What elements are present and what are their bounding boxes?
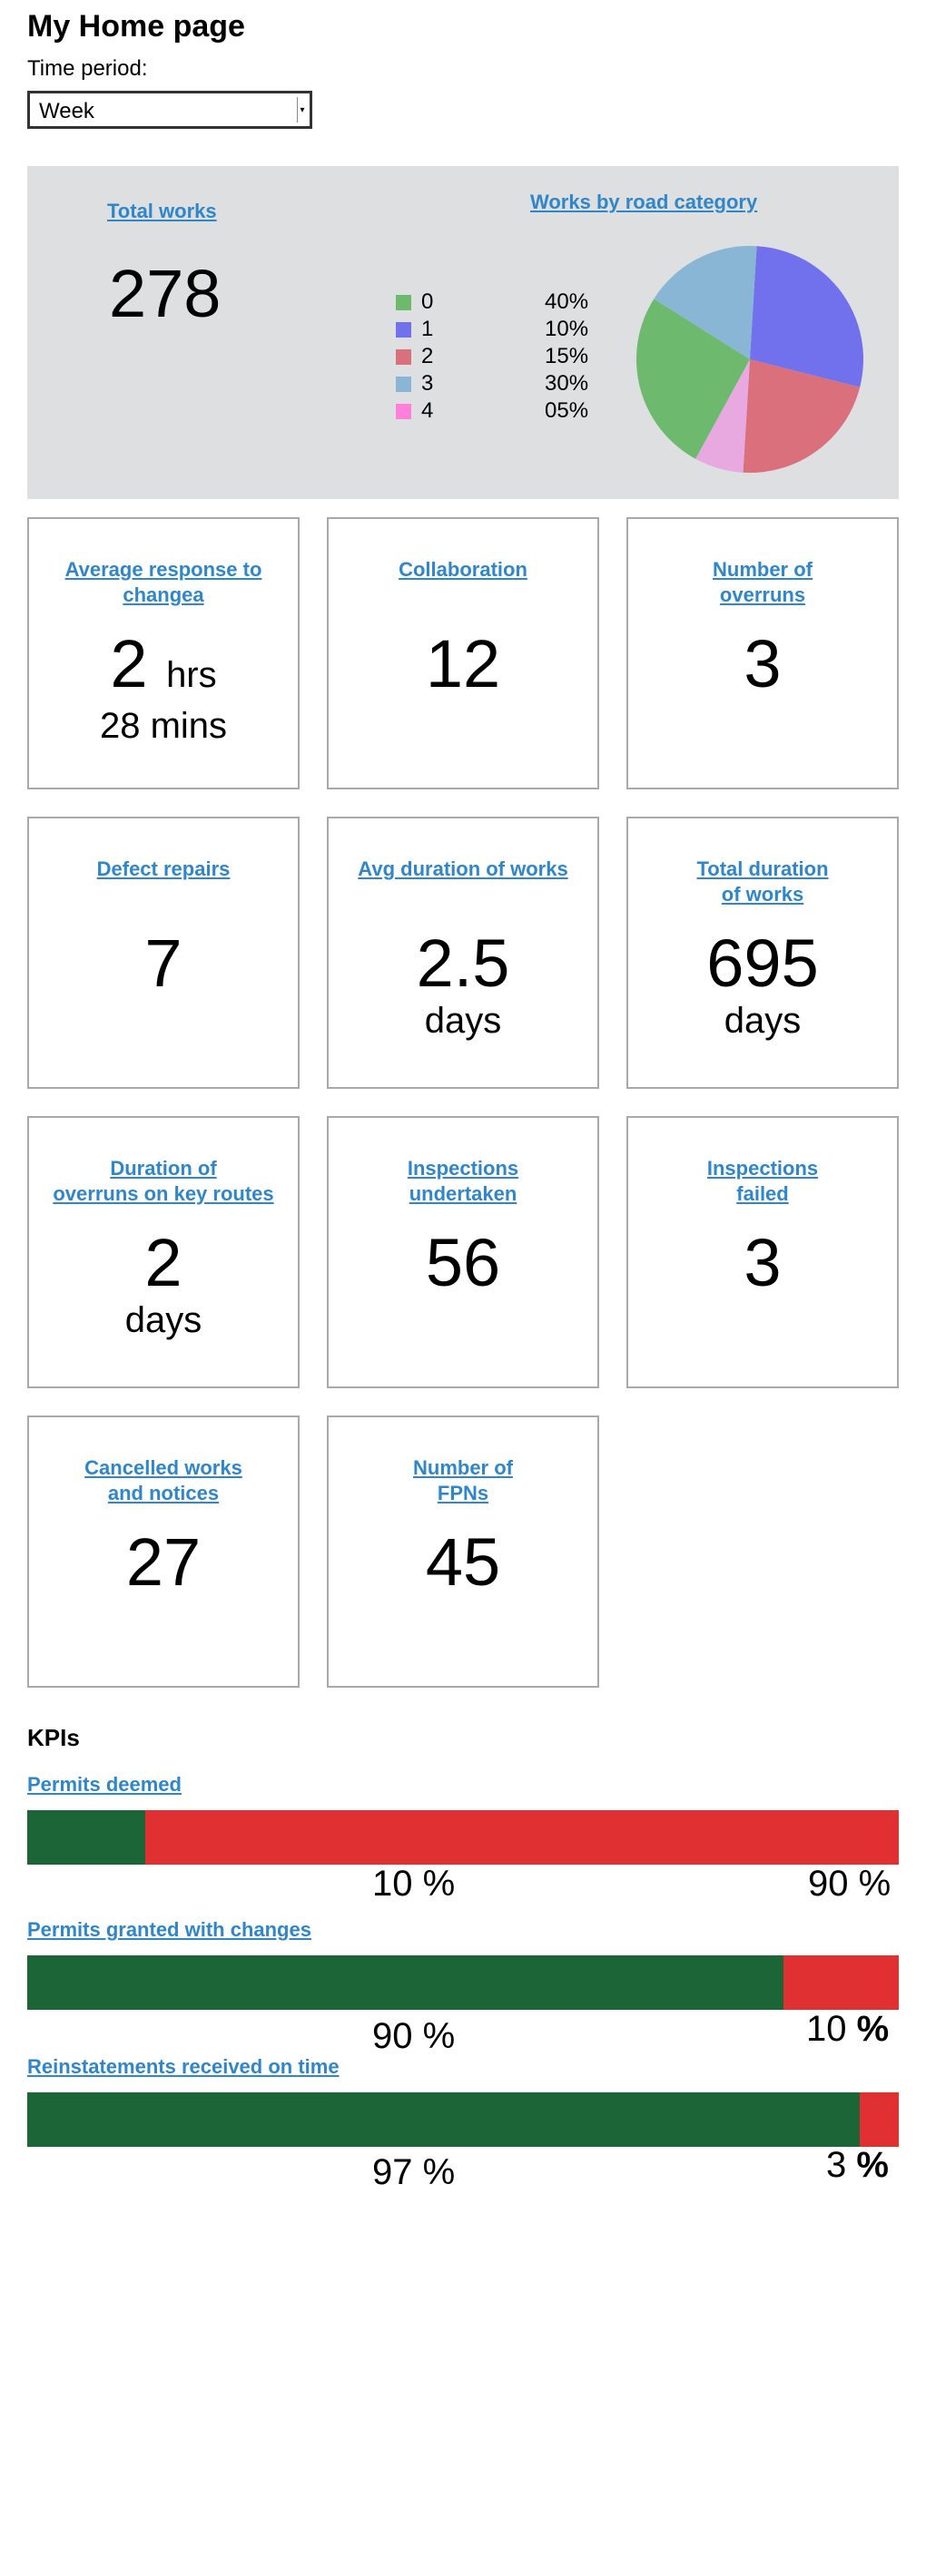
road-category-pie-chart[interactable] bbox=[632, 241, 868, 477]
kpi-permits-granted-link[interactable]: Permits granted with changes bbox=[27, 1918, 311, 1942]
overrun-duration-link[interactable]: Duration of overruns on key routes bbox=[38, 1156, 289, 1207]
card-defect-repairs: Defect repairs 7 bbox=[27, 817, 300, 1089]
card-cancelled-works: Cancelled works and notices 27 bbox=[27, 1415, 300, 1688]
kpi-bad-label: 10 % bbox=[806, 2009, 890, 2049]
overruns-value: 3 bbox=[744, 626, 782, 701]
road-category-legend: 0 40% 1 10% 2 15% 3 30% 4 05% bbox=[396, 289, 614, 426]
legend-label: 0 bbox=[421, 289, 434, 314]
avg-duration-link[interactable]: Avg duration of works bbox=[338, 857, 588, 882]
avg-duration-unit: days bbox=[424, 1001, 502, 1041]
card-inspections-failed: Inspections failed 3 bbox=[626, 1116, 899, 1388]
defect-repairs-link[interactable]: Defect repairs bbox=[38, 857, 289, 882]
road-category-link[interactable]: Works by road category bbox=[530, 191, 757, 214]
collaboration-value: 12 bbox=[425, 626, 501, 701]
kpi-reinstatements-link[interactable]: Reinstatements received on time bbox=[27, 2055, 340, 2079]
legend-item: 0 40% bbox=[396, 289, 614, 317]
legend-swatch bbox=[396, 322, 411, 338]
legend-label: 2 bbox=[421, 344, 434, 368]
card-collaboration: Collaboration 12 bbox=[327, 517, 599, 789]
summary-panel: Total works 278 Works by road category 0… bbox=[27, 166, 899, 499]
avg-response-minutes: 28 mins bbox=[99, 706, 228, 746]
fpns-link[interactable]: Number of FPNs bbox=[338, 1455, 588, 1506]
overrun-duration-unit: days bbox=[124, 1300, 202, 1340]
card-inspections-undertaken: Inspections undertaken 56 bbox=[327, 1116, 599, 1388]
legend-label: 4 bbox=[421, 398, 434, 423]
kpis-heading: KPIs bbox=[27, 1724, 80, 1751]
kpi-bad-label: 90 % bbox=[808, 1864, 892, 1904]
kpi-permits-granted-bar bbox=[27, 1955, 899, 2010]
legend-percent: 05% bbox=[545, 398, 589, 423]
kpi-good-fill bbox=[27, 1955, 784, 2010]
legend-swatch bbox=[396, 377, 411, 392]
legend-swatch bbox=[396, 404, 411, 419]
kpi-bad-label: 3 % bbox=[826, 2145, 889, 2185]
total-duration-link[interactable]: Total duration of works bbox=[637, 857, 888, 907]
time-period-value: Week bbox=[39, 99, 94, 123]
legend-item: 1 10% bbox=[396, 317, 614, 344]
overrun-duration-value: 2 bbox=[144, 1225, 182, 1300]
overruns-link[interactable]: Number of overruns bbox=[637, 557, 888, 608]
collaboration-link[interactable]: Collaboration bbox=[338, 557, 588, 583]
avg-duration-value: 2.5 bbox=[416, 926, 510, 1001]
kpi-permits-deemed-bar bbox=[27, 1810, 899, 1865]
inspections-failed-value: 3 bbox=[744, 1225, 782, 1300]
legend-percent: 10% bbox=[545, 317, 589, 341]
legend-swatch bbox=[396, 295, 411, 310]
legend-item: 4 05% bbox=[396, 398, 614, 426]
legend-percent: 15% bbox=[545, 344, 589, 368]
legend-percent: 40% bbox=[545, 289, 589, 314]
legend-label: 1 bbox=[421, 317, 434, 341]
time-period-select[interactable]: Week ▾ bbox=[27, 91, 312, 129]
avg-response-link[interactable]: Average response to changea bbox=[38, 557, 289, 608]
legend-swatch bbox=[396, 349, 411, 365]
kpi-good-fill bbox=[27, 2092, 860, 2147]
kpi-reinstatements-bar bbox=[27, 2092, 899, 2147]
cancelled-works-link[interactable]: Cancelled works and notices bbox=[38, 1455, 289, 1506]
total-duration-unit: days bbox=[724, 1001, 802, 1041]
card-total-duration: Total duration of works 695 days bbox=[626, 817, 899, 1089]
total-works-link[interactable]: Total works bbox=[107, 200, 217, 223]
kpi-good-label: 10 % bbox=[372, 1864, 456, 1904]
time-period-label: Time period: bbox=[27, 56, 148, 81]
defect-repairs-value: 7 bbox=[144, 926, 182, 1001]
total-duration-value: 695 bbox=[706, 926, 819, 1001]
card-overrun-duration: Duration of overruns on key routes 2 days bbox=[27, 1116, 300, 1388]
inspections-undertaken-value: 56 bbox=[425, 1225, 501, 1300]
kpi-good-label: 97 % bbox=[372, 2152, 456, 2192]
inspections-undertaken-link[interactable]: Inspections undertaken bbox=[338, 1156, 588, 1207]
kpi-permits-deemed-link[interactable]: Permits deemed bbox=[27, 1773, 182, 1797]
legend-percent: 30% bbox=[545, 371, 589, 396]
card-fpns: Number of FPNs 45 bbox=[327, 1415, 599, 1688]
legend-item: 3 30% bbox=[396, 371, 614, 398]
kpi-good-fill bbox=[27, 1810, 145, 1865]
card-avg-response: Average response to changea 2 hrs 28 mins bbox=[27, 517, 300, 789]
card-overruns: Number of overruns 3 bbox=[626, 517, 899, 789]
chevron-down-icon: ▾ bbox=[297, 97, 307, 122]
legend-item: 2 15% bbox=[396, 344, 614, 371]
page-title: My Home page bbox=[27, 9, 245, 44]
avg-response-value: 2 hrs bbox=[110, 626, 217, 701]
inspections-failed-link[interactable]: Inspections failed bbox=[637, 1156, 888, 1207]
kpi-good-label: 90 % bbox=[372, 2016, 456, 2056]
card-avg-duration: Avg duration of works 2.5 days bbox=[327, 817, 599, 1089]
cancelled-works-value: 27 bbox=[125, 1524, 202, 1600]
fpns-value: 45 bbox=[425, 1524, 501, 1600]
total-works-value: 278 bbox=[109, 256, 222, 331]
legend-label: 3 bbox=[421, 371, 434, 396]
